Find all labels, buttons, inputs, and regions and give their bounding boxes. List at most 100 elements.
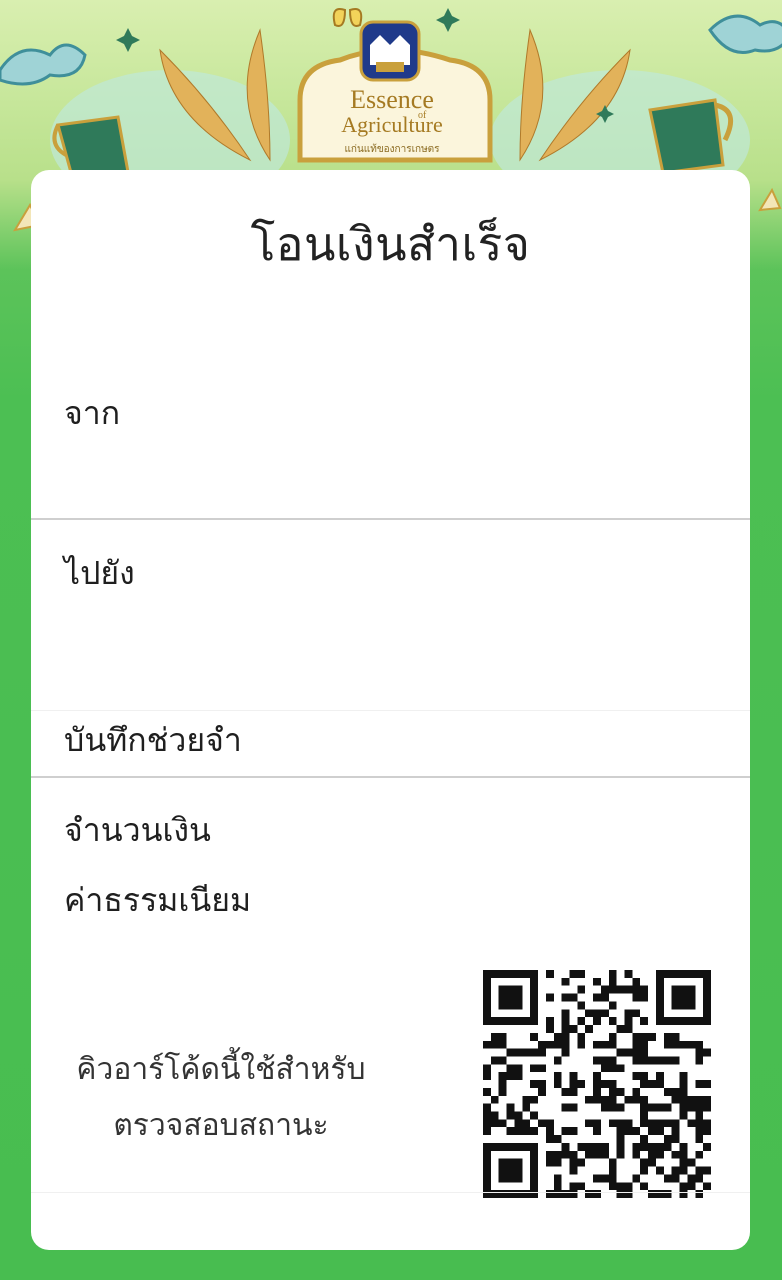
qr-module (514, 1119, 523, 1128)
svg-text:แก่นแท้ของการเกษตร: แก่นแท้ของการเกษตร (344, 143, 440, 155)
qr-module (569, 1072, 578, 1081)
qr-module (608, 1103, 617, 1112)
qr-module (655, 1150, 664, 1159)
qr-module (506, 1127, 515, 1136)
qr-module (608, 1017, 617, 1026)
qr-module (687, 1103, 696, 1112)
qr-module (506, 970, 515, 978)
qr-module (679, 1142, 688, 1151)
qr-module (655, 1080, 664, 1088)
qr-module (514, 1166, 523, 1175)
qr-module (585, 1025, 594, 1033)
qr-module (585, 1142, 594, 1151)
qr-module (632, 1072, 641, 1081)
qr-module (498, 1119, 507, 1128)
qr-module (593, 977, 601, 986)
qr-module (687, 970, 696, 978)
qr-module (530, 970, 539, 978)
qr-module (545, 1127, 554, 1136)
qr-module (530, 1166, 539, 1175)
qr-module (553, 1080, 562, 1088)
qr-module (671, 1127, 680, 1136)
qr-module (608, 1119, 617, 1128)
qr-module (561, 1025, 570, 1033)
qr-module (703, 1127, 711, 1136)
qr-module (703, 993, 711, 1002)
qr-module (498, 1072, 507, 1081)
qr-module (703, 1001, 711, 1010)
qr-module (577, 1142, 586, 1151)
qr-module (616, 1103, 625, 1112)
qr-module (648, 1032, 656, 1041)
qr-module (640, 1111, 649, 1120)
qr-module (483, 977, 491, 986)
qr-module (655, 1017, 664, 1026)
qr-module (522, 1119, 531, 1128)
qr-module (703, 1166, 711, 1175)
qr-module (593, 1072, 601, 1081)
qr-module (632, 977, 641, 986)
qr-module (530, 993, 539, 1002)
qr-module (514, 985, 523, 994)
qr-module (624, 1182, 633, 1191)
qr-module (545, 1017, 554, 1026)
qr-module (616, 1119, 625, 1128)
qr-module (608, 1182, 617, 1191)
qr-module (679, 1158, 688, 1167)
qr-module (632, 1048, 641, 1057)
qr-module (593, 1080, 601, 1088)
cloud-ornament-left (0, 43, 87, 86)
qr-module (490, 1142, 499, 1151)
qr-module (632, 1127, 641, 1136)
qr-module (671, 1056, 680, 1065)
qr-module (679, 1087, 688, 1096)
qr-module (561, 1009, 570, 1018)
qr-module (608, 1040, 617, 1049)
qr-module (616, 1087, 625, 1096)
qr-module (483, 985, 491, 994)
qr-module (577, 985, 586, 994)
qr-module (695, 1048, 704, 1057)
qr-module (498, 1001, 507, 1010)
qr-module (655, 977, 664, 986)
qr-module (498, 1166, 507, 1175)
qr-module (640, 1135, 649, 1143)
qr-module (687, 1001, 696, 1010)
qr-module (538, 1040, 546, 1049)
qr-module (608, 1174, 617, 1183)
qr-module (577, 1032, 586, 1041)
qr-module (640, 1072, 649, 1081)
qr-module (561, 1103, 570, 1112)
qr-module (490, 1095, 499, 1104)
qr-module (553, 1056, 562, 1065)
qr-note: คิวอาร์โค้ดนี้ใช้สำหรับ ตรวจสอบสถานะ (71, 1042, 371, 1154)
qr-module (616, 1150, 625, 1159)
qr-module (703, 1103, 711, 1112)
qr-module (703, 985, 711, 994)
verification-qr-code[interactable] (483, 970, 711, 1198)
qr-module (632, 1032, 641, 1041)
qr-module (490, 970, 499, 978)
qr-module (648, 1150, 656, 1159)
qr-module (655, 1142, 664, 1151)
qr-module (483, 1001, 491, 1010)
qr-module (624, 985, 633, 994)
qr-module (483, 1040, 491, 1049)
qr-module (695, 1150, 704, 1159)
qr-module (538, 1048, 546, 1057)
qr-module (655, 970, 664, 978)
qr-module (640, 1166, 649, 1175)
qr-module (483, 1087, 491, 1096)
qr-module (608, 1001, 617, 1010)
qr-module (483, 1064, 491, 1073)
faint-divider (31, 710, 750, 711)
qr-module (608, 977, 617, 986)
qr-module (600, 1040, 609, 1049)
qr-module (624, 1127, 633, 1136)
qr-module (498, 985, 507, 994)
qr-module (600, 1103, 609, 1112)
qr-module (695, 1080, 704, 1088)
qr-module (553, 1040, 562, 1049)
qr-module (703, 977, 711, 986)
qr-module (514, 1017, 523, 1026)
